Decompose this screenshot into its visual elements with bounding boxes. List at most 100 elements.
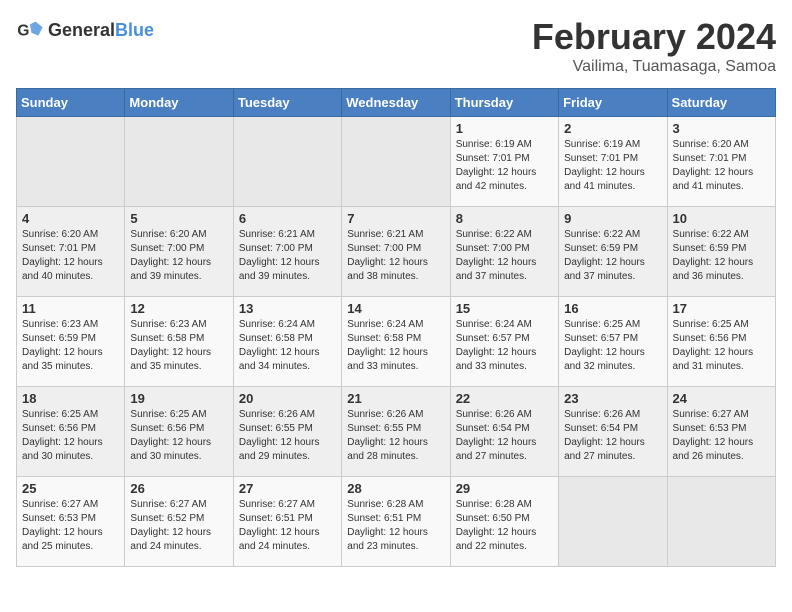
week-row-5: 25 Sunrise: 6:27 AM Sunset: 6:53 PM Dayli… xyxy=(17,477,776,567)
month-title: February 2024 xyxy=(532,16,776,58)
weekday-header-saturday: Saturday xyxy=(667,89,775,117)
day-info: Sunrise: 6:22 AM Sunset: 7:00 PM Dayligh… xyxy=(456,228,553,284)
day-info: Sunrise: 6:22 AM Sunset: 6:59 PM Dayligh… xyxy=(673,228,770,284)
day-info: Sunrise: 6:19 AM Sunset: 7:01 PM Dayligh… xyxy=(564,138,661,194)
day-info: Sunrise: 6:27 AM Sunset: 6:52 PM Dayligh… xyxy=(130,498,227,554)
day-number: 10 xyxy=(673,211,770,226)
day-cell: 6Sunrise: 6:21 AM Sunset: 7:00 PM Daylig… xyxy=(233,207,341,297)
calendar-table: SundayMondayTuesdayWednesdayThursdayFrid… xyxy=(16,88,776,567)
week-row-1: 1 Sunrise: 6:19 AM Sunset: 7:01 PM Daylig… xyxy=(17,117,776,207)
day-info: Sunrise: 6:26 AM Sunset: 6:54 PM Dayligh… xyxy=(456,408,553,464)
day-info: Sunrise: 6:25 AM Sunset: 6:56 PM Dayligh… xyxy=(22,408,119,464)
logo-blue-text: Blue xyxy=(115,20,154,40)
week-row-2: 4Sunrise: 6:20 AM Sunset: 7:01 PM Daylig… xyxy=(17,207,776,297)
day-number: 8 xyxy=(456,211,553,226)
day-number: 23 xyxy=(564,391,661,406)
day-number: 7 xyxy=(347,211,444,226)
weekday-header-monday: Monday xyxy=(125,89,233,117)
day-info: Sunrise: 6:25 AM Sunset: 6:56 PM Dayligh… xyxy=(130,408,227,464)
day-cell: 13 Sunrise: 6:24 AM Sunset: 6:58 PM Dayli… xyxy=(233,297,341,387)
day-info: Sunrise: 6:24 AM Sunset: 6:58 PM Dayligh… xyxy=(239,318,336,374)
day-info: Sunrise: 6:20 AM Sunset: 7:01 PM Dayligh… xyxy=(673,138,770,194)
day-cell: 17 Sunrise: 6:25 AM Sunset: 6:56 PM Dayli… xyxy=(667,297,775,387)
day-info: Sunrise: 6:25 AM Sunset: 6:57 PM Dayligh… xyxy=(564,318,661,374)
day-cell xyxy=(125,117,233,207)
day-number: 27 xyxy=(239,481,336,496)
day-cell: 24 Sunrise: 6:27 AM Sunset: 6:53 PM Dayli… xyxy=(667,387,775,477)
day-cell: 29 Sunrise: 6:28 AM Sunset: 6:50 PM Dayli… xyxy=(450,477,558,567)
day-number: 19 xyxy=(130,391,227,406)
day-cell: 5 Sunrise: 6:20 AM Sunset: 7:00 PM Daylig… xyxy=(125,207,233,297)
day-info: Sunrise: 6:25 AM Sunset: 6:56 PM Dayligh… xyxy=(673,318,770,374)
day-info: Sunrise: 6:21 AM Sunset: 7:00 PM Dayligh… xyxy=(239,228,336,284)
day-info: Sunrise: 6:24 AM Sunset: 6:57 PM Dayligh… xyxy=(456,318,553,374)
day-cell: 22 Sunrise: 6:26 AM Sunset: 6:54 PM Dayli… xyxy=(450,387,558,477)
day-number: 24 xyxy=(673,391,770,406)
day-number: 22 xyxy=(456,391,553,406)
day-info: Sunrise: 6:20 AM Sunset: 7:00 PM Dayligh… xyxy=(130,228,227,284)
day-number: 28 xyxy=(347,481,444,496)
title-area: February 2024 Vailima, Tuamasaga, Samoa xyxy=(532,16,776,76)
day-number: 18 xyxy=(22,391,119,406)
header: G GeneralBlue February 2024 Vailima, Tua… xyxy=(16,16,776,76)
week-row-3: 11 Sunrise: 6:23 AM Sunset: 6:59 PM Dayli… xyxy=(17,297,776,387)
day-cell: 28Sunrise: 6:28 AM Sunset: 6:51 PM Dayli… xyxy=(342,477,450,567)
weekday-header-thursday: Thursday xyxy=(450,89,558,117)
day-number: 29 xyxy=(456,481,553,496)
day-info: Sunrise: 6:27 AM Sunset: 6:53 PM Dayligh… xyxy=(673,408,770,464)
day-cell: 12 Sunrise: 6:23 AM Sunset: 6:58 PM Dayli… xyxy=(125,297,233,387)
day-cell: 18 Sunrise: 6:25 AM Sunset: 6:56 PM Dayli… xyxy=(17,387,125,477)
day-info: Sunrise: 6:28 AM Sunset: 6:50 PM Dayligh… xyxy=(456,498,553,554)
day-cell: 3 Sunrise: 6:20 AM Sunset: 7:01 PM Daylig… xyxy=(667,117,775,207)
day-cell: 27 Sunrise: 6:27 AM Sunset: 6:51 PM Dayli… xyxy=(233,477,341,567)
day-cell: 19 Sunrise: 6:25 AM Sunset: 6:56 PM Dayli… xyxy=(125,387,233,477)
day-number: 15 xyxy=(456,301,553,316)
weekday-header-row: SundayMondayTuesdayWednesdayThursdayFrid… xyxy=(17,89,776,117)
day-cell xyxy=(17,117,125,207)
day-cell: 26 Sunrise: 6:27 AM Sunset: 6:52 PM Dayli… xyxy=(125,477,233,567)
day-info: Sunrise: 6:20 AM Sunset: 7:01 PM Dayligh… xyxy=(22,228,119,284)
day-cell: 20Sunrise: 6:26 AM Sunset: 6:55 PM Dayli… xyxy=(233,387,341,477)
logo-general-text: General xyxy=(48,20,115,40)
weekday-header-tuesday: Tuesday xyxy=(233,89,341,117)
day-info: Sunrise: 6:26 AM Sunset: 6:54 PM Dayligh… xyxy=(564,408,661,464)
day-cell: 14 Sunrise: 6:24 AM Sunset: 6:58 PM Dayli… xyxy=(342,297,450,387)
day-number: 1 xyxy=(456,121,553,136)
day-info: Sunrise: 6:21 AM Sunset: 7:00 PM Dayligh… xyxy=(347,228,444,284)
day-number: 12 xyxy=(130,301,227,316)
day-info: Sunrise: 6:27 AM Sunset: 6:51 PM Dayligh… xyxy=(239,498,336,554)
day-cell: 1 Sunrise: 6:19 AM Sunset: 7:01 PM Daylig… xyxy=(450,117,558,207)
logo: G GeneralBlue xyxy=(16,16,154,44)
day-cell: 9 Sunrise: 6:22 AM Sunset: 6:59 PM Daylig… xyxy=(559,207,667,297)
day-cell: 11 Sunrise: 6:23 AM Sunset: 6:59 PM Dayli… xyxy=(17,297,125,387)
day-info: Sunrise: 6:24 AM Sunset: 6:58 PM Dayligh… xyxy=(347,318,444,374)
logo-icon: G xyxy=(16,16,44,44)
day-cell: 25 Sunrise: 6:27 AM Sunset: 6:53 PM Dayli… xyxy=(17,477,125,567)
day-cell: 4Sunrise: 6:20 AM Sunset: 7:01 PM Daylig… xyxy=(17,207,125,297)
day-info: Sunrise: 6:22 AM Sunset: 6:59 PM Dayligh… xyxy=(564,228,661,284)
day-cell: 10 Sunrise: 6:22 AM Sunset: 6:59 PM Dayli… xyxy=(667,207,775,297)
day-number: 9 xyxy=(564,211,661,226)
day-info: Sunrise: 6:26 AM Sunset: 6:55 PM Dayligh… xyxy=(347,408,444,464)
day-cell xyxy=(667,477,775,567)
day-number: 13 xyxy=(239,301,336,316)
weekday-header-wednesday: Wednesday xyxy=(342,89,450,117)
day-info: Sunrise: 6:19 AM Sunset: 7:01 PM Dayligh… xyxy=(456,138,553,194)
day-number: 20 xyxy=(239,391,336,406)
day-number: 11 xyxy=(22,301,119,316)
day-number: 17 xyxy=(673,301,770,316)
day-cell: 7 Sunrise: 6:21 AM Sunset: 7:00 PM Daylig… xyxy=(342,207,450,297)
day-number: 14 xyxy=(347,301,444,316)
day-cell xyxy=(559,477,667,567)
day-number: 26 xyxy=(130,481,227,496)
location-title: Vailima, Tuamasaga, Samoa xyxy=(532,58,776,76)
day-cell: 2Sunrise: 6:19 AM Sunset: 7:01 PM Daylig… xyxy=(559,117,667,207)
day-info: Sunrise: 6:23 AM Sunset: 6:59 PM Dayligh… xyxy=(22,318,119,374)
day-number: 25 xyxy=(22,481,119,496)
day-cell xyxy=(342,117,450,207)
day-info: Sunrise: 6:27 AM Sunset: 6:53 PM Dayligh… xyxy=(22,498,119,554)
day-number: 5 xyxy=(130,211,227,226)
day-number: 3 xyxy=(673,121,770,136)
day-info: Sunrise: 6:23 AM Sunset: 6:58 PM Dayligh… xyxy=(130,318,227,374)
week-row-4: 18 Sunrise: 6:25 AM Sunset: 6:56 PM Dayli… xyxy=(17,387,776,477)
